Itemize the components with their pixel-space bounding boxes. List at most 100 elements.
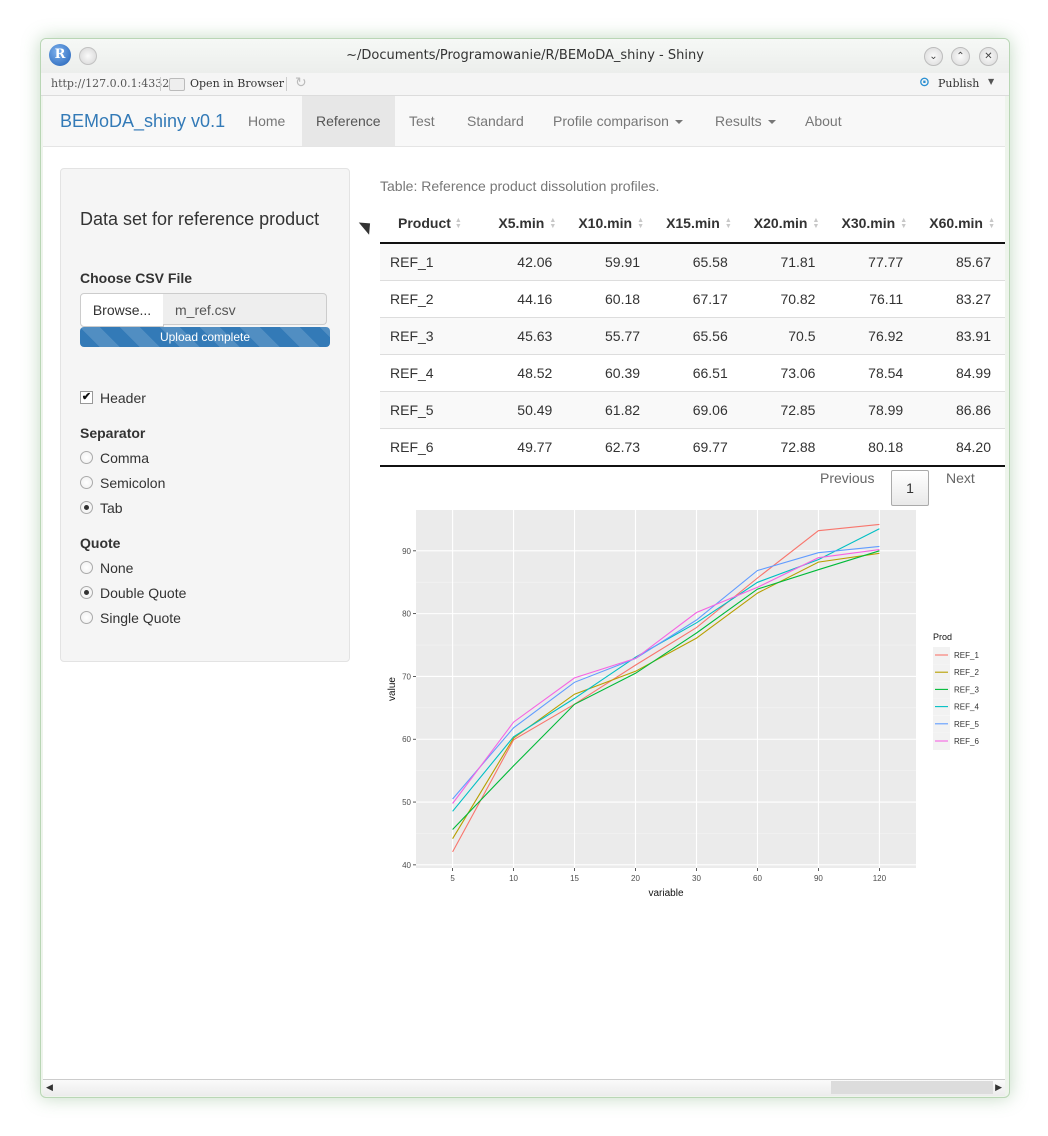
next-page-button[interactable]: Next [946,470,975,486]
table-cell: 42.06 [487,242,567,281]
header-checkbox[interactable]: ✔ [80,391,93,404]
separator-label: Separator [80,425,146,441]
mouse-cursor-icon [358,217,376,235]
app-brand[interactable]: BEMoDA_shiny v0.1 [60,111,225,132]
table-cell: 83.91 [917,317,1005,355]
radio-button[interactable] [80,611,93,624]
sort-icon[interactable]: ▲ ▼ [455,217,463,230]
url-label: http://127.0.0.1:4332 [51,77,170,90]
table-cell: 66.51 [654,354,742,392]
page-1-button[interactable]: 1 [891,470,929,506]
y-tick-label: 90 [402,547,411,556]
radio-label: Double Quote [100,585,187,601]
publish-button[interactable]: Publish [938,77,979,90]
nav-reference[interactable]: Reference [302,96,395,146]
viewer-toolbar: http://127.0.0.1:4332 Open in Browser ↻ … [41,73,1009,96]
nav-test[interactable]: Test [395,96,449,146]
radio-button-selected[interactable] [80,586,93,599]
sort-icon[interactable]: ▲ ▼ [724,217,732,230]
open-in-browser-button[interactable]: Open in Browser [190,77,284,90]
scroll-left-icon[interactable]: ◀ [46,1083,53,1093]
sort-icon[interactable]: ▲ ▼ [636,217,644,230]
scrollbar-thumb[interactable] [831,1081,993,1094]
x-axis-label: variable [648,888,683,899]
table-cell: 86.86 [917,391,1005,429]
radio-label: Comma [100,450,150,466]
file-input: Browse... m_ref.csv [80,293,328,327]
scroll-right-icon[interactable]: ▶ [995,1083,1002,1093]
column-header[interactable]: X5.min ▲ ▼ [487,204,567,244]
table-cell: 84.99 [917,354,1005,392]
nav-home[interactable]: Home [234,96,299,146]
table-cell: 85.67 [917,242,1005,281]
column-header[interactable]: X30.min ▲ ▼ [829,204,918,244]
column-header-label: Product [398,215,451,231]
column-header[interactable]: X20.min ▲ ▼ [741,204,830,244]
minimize-button[interactable]: ⌄ [924,47,943,66]
open-in-browser-icon[interactable] [169,78,185,91]
table-row[interactable]: REF_2 44.16 60.18 67.17 70.82 76.11 83.27 [380,280,1005,318]
column-header[interactable]: X10.min ▲ ▼ [566,204,655,244]
nav-about[interactable]: About [791,96,856,146]
radio-button-selected[interactable] [80,501,93,514]
table-row[interactable]: REF_5 50.49 61.82 69.06 72.85 78.99 86.86 [380,391,1005,429]
refresh-icon[interactable]: ↻ [295,75,307,91]
previous-page-button[interactable]: Previous [820,470,874,486]
column-header[interactable]: Product ▲ ▼ [380,204,488,244]
x-tick-label: 15 [570,874,579,883]
table-cell: 48.52 [487,354,567,392]
toolbar-divider [160,77,161,91]
x-tick-label: 10 [509,874,518,883]
nav-results[interactable]: Results [701,96,790,146]
radio-button[interactable] [80,561,93,574]
nav-label: Standard [467,113,524,129]
maximize-button[interactable]: ⌃ [951,47,970,66]
upload-progress-bar: Upload complete [80,327,330,347]
column-header[interactable]: X15.min ▲ ▼ [654,204,742,244]
sort-icon[interactable]: ▲ ▼ [987,217,995,230]
nav-label: Profile comparison [553,113,669,129]
nav-label: Test [409,113,435,129]
column-header-label: X15.min [666,215,720,231]
radio-button[interactable] [80,476,93,489]
sort-icon[interactable]: ▲ ▼ [811,217,820,230]
sidebar-panel: Data set for reference product Choose CS… [60,168,350,662]
nav-standard[interactable]: Standard [453,96,538,146]
table-cell: 45.63 [487,317,567,355]
sort-icon[interactable]: ▲ ▼ [899,217,907,230]
radio-label: Single Quote [100,610,181,626]
sort-icon[interactable]: ▲ ▼ [548,217,556,230]
publish-icon[interactable]: ⊙ [919,75,930,90]
table-row[interactable]: REF_6 49.77 62.73 69.77 72.88 80.18 84.20 [380,428,1005,467]
browse-button[interactable]: Browse... [80,293,164,327]
table-row[interactable]: REF_1 42.06 59.91 65.58 71.81 77.77 85.67 [380,242,1005,281]
table-cell: 59.91 [566,242,655,281]
column-header-label: X30.min [841,215,896,231]
y-tick-label: 80 [402,610,411,619]
nav-profile-comparison[interactable]: Profile comparison [539,96,697,146]
table-cell: 62.73 [566,428,655,467]
radio-button[interactable] [80,451,93,464]
table-cell: 76.92 [829,317,918,355]
table-cell: 78.54 [829,354,918,392]
radio-label: Semicolon [100,475,166,491]
column-header[interactable]: X60.min ▲ ▼ [917,204,1005,244]
column-header-label: X60.min [929,215,983,231]
table-cell: 70.5 [741,317,830,355]
horizontal-scrollbar[interactable]: ◀ ▶ [43,1079,1005,1096]
nav-label: About [805,113,842,129]
table-row[interactable]: REF_3 45.63 55.77 65.56 70.5 76.92 83.91 [380,317,1005,355]
title-bar: R ~/Documents/Programowanie/R/BEMoDA_shi… [41,39,1009,73]
table-cell: REF_4 [380,354,488,392]
file-name-field[interactable]: m_ref.csv [163,293,327,325]
table-cell: REF_6 [380,428,488,467]
column-header-label: X5.min [498,215,545,231]
navbar: BEMoDA_shiny v0.1 Home Reference Test St… [43,96,1005,147]
close-button[interactable]: ✕ [979,47,998,66]
legend-title: Prod [933,632,952,642]
legend-label: REF_4 [954,703,979,712]
table-cell: 78.99 [829,391,918,429]
publish-dropdown-icon[interactable]: ▼ [988,77,994,86]
radio-label: None [100,560,134,576]
table-row[interactable]: REF_4 48.52 60.39 66.51 73.06 78.54 84.99 [380,354,1005,392]
